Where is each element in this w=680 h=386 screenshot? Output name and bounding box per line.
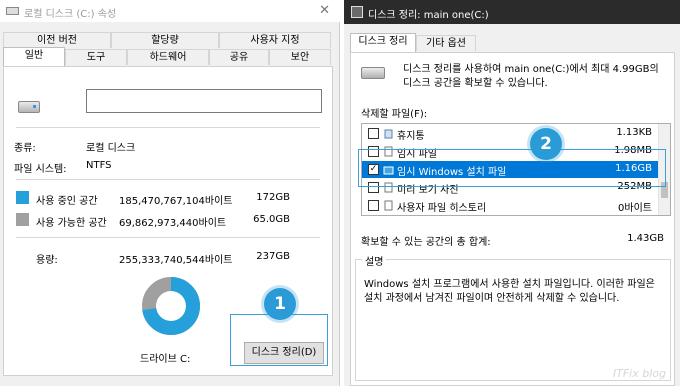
tab-row-bottom: 일반 도구 하드웨어 공유 보안 [3, 47, 333, 66]
used-space-gb: 172GB [256, 192, 290, 203]
drive-icon [361, 67, 385, 79]
usage-donut-chart [142, 277, 200, 335]
type-label: 종류: [14, 143, 36, 154]
files-to-delete-label: 삭제할 파일(F): [361, 109, 428, 120]
tab-quota[interactable]: 할당량 [111, 32, 219, 48]
step-badge-2: 2 [530, 128, 562, 160]
filesystem-label: 파일 시스템: [14, 164, 67, 175]
volume-name-input[interactable] [86, 89, 322, 113]
divider [16, 237, 320, 238]
cleanup-panel: 디스크 정리를 사용하여 main one(C:)에서 최대 4.99GB의 디… [350, 52, 675, 386]
tab-sharing[interactable]: 공유 [209, 49, 269, 65]
tab-customize[interactable]: 사용자 지정 [219, 32, 331, 48]
file-size: 0바이트 [618, 203, 652, 214]
file-checkbox[interactable] [368, 128, 379, 139]
description-title: 설명 [362, 253, 387, 268]
description-text: Windows 설치 프로그램에서 사용한 설치 파일입니다. 이러한 파일은 … [364, 279, 655, 304]
capacity-bytes: 255,333,740,544바이트 [119, 255, 233, 266]
highlight-box-1 [230, 314, 328, 366]
tab-more-options[interactable]: 기타 옵션 [416, 35, 476, 51]
tab-disk-cleanup[interactable]: 디스크 정리 [350, 33, 416, 52]
used-space-label: 사용 중인 공간 [36, 196, 98, 207]
total-space-label: 확보할 수 있는 공간의 총 합계: [361, 237, 491, 248]
tab-general[interactable]: 일반 [3, 47, 65, 66]
properties-titlebar: 로컬 디스크 (C:) 속성 ✕ [0, 0, 340, 22]
tab-security[interactable]: 보안 [269, 49, 331, 65]
list-item[interactable]: 휴지통 1.13KB [362, 125, 658, 142]
divider [16, 127, 320, 128]
cleanup-app-icon [351, 6, 363, 18]
file-icon [384, 200, 393, 211]
filesystem-value: NTFS [86, 160, 112, 171]
file-checkbox[interactable] [368, 200, 379, 211]
file-name: 사용자 파일 히스토리 [397, 203, 487, 214]
properties-title: 로컬 디스크 (C:) 속성 [24, 9, 117, 20]
drive-icon [18, 101, 40, 113]
cleanup-titlebar: 디스크 정리: main one(C:) [344, 0, 680, 24]
file-size: 1.13KB [616, 127, 652, 138]
step-badge-1: 1 [264, 288, 296, 320]
tab-tools[interactable]: 도구 [65, 49, 127, 65]
used-space-swatch [16, 191, 29, 204]
drive-small-icon [6, 7, 19, 15]
free-space-label: 사용 가능한 공간 [36, 218, 107, 229]
description-group: 설명 Windows 설치 프로그램에서 사용한 설치 파일입니다. 이러한 파… [355, 253, 671, 381]
list-item[interactable]: 사용자 파일 히스토리 0바이트 [362, 197, 658, 214]
cleanup-tabs: 디스크 정리 기타 옵션 [350, 33, 670, 52]
close-icon[interactable]: ✕ [319, 3, 330, 18]
type-value: 로컬 디스크 [86, 143, 136, 154]
tab-hardware[interactable]: 하드웨어 [127, 49, 209, 65]
free-space-gb: 65.0GB [253, 214, 290, 225]
divider [16, 179, 320, 180]
recycle-bin-icon [384, 129, 393, 139]
used-space-bytes: 185,470,767,104바이트 [119, 196, 233, 207]
tab-previous-versions[interactable]: 이전 버전 [3, 32, 111, 48]
capacity-label: 용량: [36, 255, 58, 266]
highlight-box-2 [358, 149, 666, 187]
total-space-value: 1.43GB [627, 233, 664, 244]
cleanup-title: 디스크 정리: main one(C:) [368, 10, 489, 21]
free-space-swatch [16, 213, 29, 226]
cleanup-intro: 디스크 정리를 사용하여 main one(C:)에서 최대 4.99GB의 디… [403, 64, 659, 89]
tab-row-top: 이전 버전 할당량 사용자 지정 [3, 32, 333, 48]
drive-label: 드라이브 C: [140, 354, 191, 365]
watermark: ITFix blog [612, 367, 666, 380]
capacity-gb: 237GB [256, 251, 290, 262]
disk-cleanup-window: 디스크 정리: main one(C:) 디스크 정리 기타 옵션 디스크 정리… [344, 0, 680, 386]
free-space-bytes: 69,862,973,440바이트 [119, 218, 227, 229]
file-name: 휴지통 [397, 131, 425, 142]
